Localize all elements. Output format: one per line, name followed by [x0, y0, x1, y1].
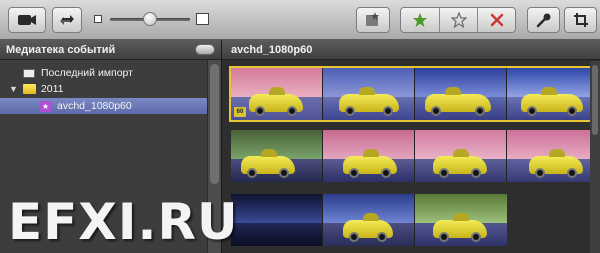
watermark: EFXI.RU — [8, 193, 239, 251]
favorite-button[interactable] — [401, 8, 439, 32]
clip-frame[interactable] — [415, 68, 507, 120]
enhance-button[interactable] — [356, 7, 390, 33]
clip-frame[interactable] — [415, 194, 507, 246]
last-import-icon — [23, 68, 35, 78]
clip-strip[interactable] — [229, 128, 600, 184]
sidebar-item-label: 2011 — [40, 83, 64, 95]
sidebar-item-label: avchd_1080p60 — [57, 100, 132, 112]
favorite-star-icon — [413, 13, 427, 27]
folder-icon — [22, 84, 36, 94]
swap-icon — [60, 15, 74, 25]
clip-size-large-icon — [196, 13, 209, 25]
reject-button[interactable] — [477, 8, 515, 32]
sidebar-item-last-import[interactable]: Последний импорт — [0, 65, 207, 81]
clip-frame[interactable] — [231, 194, 323, 246]
swap-panes-button[interactable] — [52, 7, 82, 33]
voiceover-mic-icon — [536, 13, 550, 28]
slider-knob[interactable] — [143, 12, 157, 26]
clip-size-small-icon — [94, 15, 102, 23]
enhance-icon — [366, 12, 379, 26]
clip-strip[interactable]: 60 — [229, 66, 600, 122]
clip-strip[interactable] — [229, 192, 509, 248]
sidebar-toggle-button[interactable] — [195, 44, 215, 55]
clip-frame[interactable] — [323, 194, 415, 246]
sidebar-item-2011[interactable]: ▼ 2011 — [0, 81, 207, 97]
event-browser: avchd_1080p60 60 — [222, 40, 600, 253]
sidebar-header: Медиатека событий — [0, 40, 221, 60]
clip-frame[interactable] — [231, 130, 323, 182]
unmark-star-icon — [450, 12, 467, 28]
clip-frame[interactable] — [415, 130, 507, 182]
sidebar-item-avchd[interactable]: ★ avchd_1080p60 — [0, 98, 207, 114]
toolbar — [0, 0, 600, 40]
reject-icon — [490, 13, 503, 27]
browser-scrollbar[interactable] — [590, 61, 600, 253]
clip-frame[interactable] — [323, 130, 415, 182]
crop-button[interactable] — [564, 7, 597, 33]
sidebar-item-label: Последний импорт — [41, 67, 133, 79]
browser-scroll-thumb[interactable] — [592, 65, 598, 135]
clip-frame[interactable] — [323, 68, 415, 120]
clip-frame[interactable] — [507, 130, 599, 182]
disclosure-triangle-icon[interactable]: ▼ — [9, 84, 18, 94]
hd-60-badge: 60 — [234, 107, 246, 117]
event-title: avchd_1080p60 — [231, 43, 313, 56]
clip-frame[interactable]: 60 — [231, 68, 323, 120]
camera-icon — [18, 15, 36, 25]
crop-icon — [573, 13, 588, 27]
sidebar-scroll-thumb[interactable] — [210, 64, 219, 184]
event-star-icon: ★ — [40, 100, 51, 112]
voiceover-button[interactable] — [527, 7, 560, 33]
camera-import-button[interactable] — [8, 7, 46, 33]
rating-segment — [400, 7, 516, 33]
sidebar-title: Медиатека событий — [6, 43, 116, 56]
event-header: avchd_1080p60 — [222, 40, 600, 60]
unmark-button[interactable] — [439, 8, 477, 32]
clip-frame[interactable] — [507, 68, 599, 120]
